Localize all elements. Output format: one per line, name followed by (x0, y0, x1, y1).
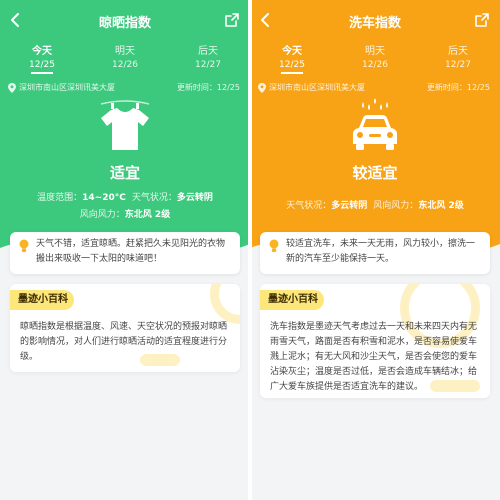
encyclopedia-text: 洗车指数是墨迹天气考虑过去一天和未来四天内有无雨雪天气，路面是否有积雪和泥水，是… (270, 322, 478, 392)
share-icon[interactable] (474, 12, 490, 28)
location-pin-icon (258, 83, 266, 93)
lightbulb-icon (19, 239, 29, 252)
encyclopedia-text: 晾晒指数是根据温度、风速、天空状况的预报对晾晒的影响情况，对人们进行晾晒活动的适… (20, 322, 228, 362)
hero-section: 晾晒指数 今天 12/25 明天 12/26 后天 12/27 深圳市南山区深圳… (0, 0, 250, 262)
encyclopedia-card: 墨迹小百科 晾晒指数是根据温度、风速、天空状况的预报对晾晒的影响情况，对人们进行… (10, 284, 240, 372)
lightbulb-icon (269, 239, 279, 252)
tab-day-label: 今天 (32, 46, 52, 57)
location-text: 深圳市南山区深圳讯美大厦 (269, 83, 365, 92)
wind-value: 东北风 2级 (418, 201, 464, 211)
location-pin-icon (8, 83, 16, 93)
tab-date-label: 12/25 (279, 60, 305, 70)
page-title: 洗车指数 (348, 16, 401, 31)
tab-day-after[interactable]: 后天 12/27 (178, 42, 238, 70)
tab-day-label: 后天 (198, 46, 218, 57)
tab-date-label: 12/26 (362, 60, 388, 70)
location-text: 深圳市南山区深圳讯美大厦 (19, 83, 115, 92)
wind-label: 风向风力： (373, 201, 419, 211)
page-title: 晾晒指数 (98, 16, 151, 31)
tab-today[interactable]: 今天 12/25 (12, 42, 72, 74)
location-row: 深圳市南山区深圳讯美大厦 更新时间：12/25 (258, 82, 490, 94)
temp-range-value: 14~20°C (82, 193, 126, 203)
updated-time: 更新时间：12/25 (176, 83, 240, 92)
tab-today[interactable]: 今天 12/25 (262, 42, 322, 74)
tab-day-label: 明天 (365, 46, 385, 57)
tip-text: 天气不错，适宜晾晒。赶紧把久未见阳光的衣物搬出来吸收一下太阳的味道吧！ (36, 239, 226, 264)
weather-details-line1: 温度范围：14~20°C 天气状况：多云转阴 (0, 190, 250, 203)
encyclopedia-badge: 墨迹小百科 (10, 290, 74, 310)
tab-day-label: 今天 (282, 46, 302, 57)
tab-date-label: 12/25 (29, 60, 55, 70)
tab-date-label: 12/27 (445, 60, 471, 70)
weather-condition-label: 天气状况： (286, 201, 332, 211)
tab-tomorrow[interactable]: 明天 12/26 (95, 42, 155, 70)
updated-time: 更新时间：12/25 (426, 83, 490, 92)
tab-day-label: 后天 (448, 46, 468, 57)
encyclopedia-badge: 墨迹小百科 (260, 290, 324, 310)
decorative-ring (210, 284, 240, 324)
tip-card: 天气不错，适宜晾晒。赶紧把久未见阳光的衣物搬出来吸收一下太阳的味道吧！ (10, 232, 240, 274)
tab-day-after[interactable]: 后天 12/27 (428, 42, 488, 70)
screen-divider (248, 0, 252, 500)
index-level: 较适宜 (352, 164, 398, 182)
weather-condition-label: 天气状况： (131, 193, 177, 203)
top-bar: 晾晒指数 (0, 0, 250, 40)
location-row: 深圳市南山区深圳讯美大厦 更新时间：12/25 (8, 82, 240, 94)
weather-condition-value: 多云转阴 (331, 201, 368, 211)
temp-range-label: 温度范围： (37, 193, 83, 203)
car-wash-icon (353, 98, 397, 150)
tip-text: 较适宜洗车，未来一天无雨，风力较小，擦洗一新的汽车至少能保持一天。 (286, 239, 476, 264)
active-tab-indicator (281, 72, 303, 74)
day-tabs: 今天 12/25 明天 12/26 后天 12/27 (250, 42, 500, 76)
shirt-icon (100, 100, 150, 150)
active-tab-indicator (31, 72, 53, 74)
hero-section: 洗车指数 今天 12/25 明天 12/26 后天 12/27 深圳市南山区深圳… (250, 0, 500, 262)
top-bar: 洗车指数 (250, 0, 500, 40)
tab-tomorrow[interactable]: 明天 12/26 (345, 42, 405, 70)
car-wash-index-screen: 洗车指数 今天 12/25 明天 12/26 后天 12/27 深圳市南山区深圳… (250, 0, 500, 500)
drying-index-screen: 晾晒指数 今天 12/25 明天 12/26 后天 12/27 深圳市南山区深圳… (0, 0, 250, 500)
index-level: 适宜 (109, 164, 140, 182)
wind-label: 风向风力： (79, 210, 125, 220)
tab-date-label: 12/26 (112, 60, 138, 70)
tip-card: 较适宜洗车，未来一天无雨，风力较小，擦洗一新的汽车至少能保持一天。 (260, 232, 490, 274)
tab-date-label: 12/27 (195, 60, 221, 70)
weather-condition-value: 多云转阴 (176, 193, 213, 203)
wind-value: 东北风 2级 (124, 210, 171, 220)
day-tabs: 今天 12/25 明天 12/26 后天 12/27 (0, 42, 250, 76)
weather-details-line1: 天气状况：多云转阴 风向风力：东北风 2级 (250, 198, 500, 211)
encyclopedia-card: 墨迹小百科 洗车指数是墨迹天气考虑过去一天和未来四天内有无雨雪天气，路面是否有积… (260, 284, 490, 398)
weather-details-line2: 风向风力：东北风 2级 (0, 207, 250, 220)
share-icon[interactable] (224, 12, 240, 28)
tab-day-label: 明天 (115, 46, 135, 57)
